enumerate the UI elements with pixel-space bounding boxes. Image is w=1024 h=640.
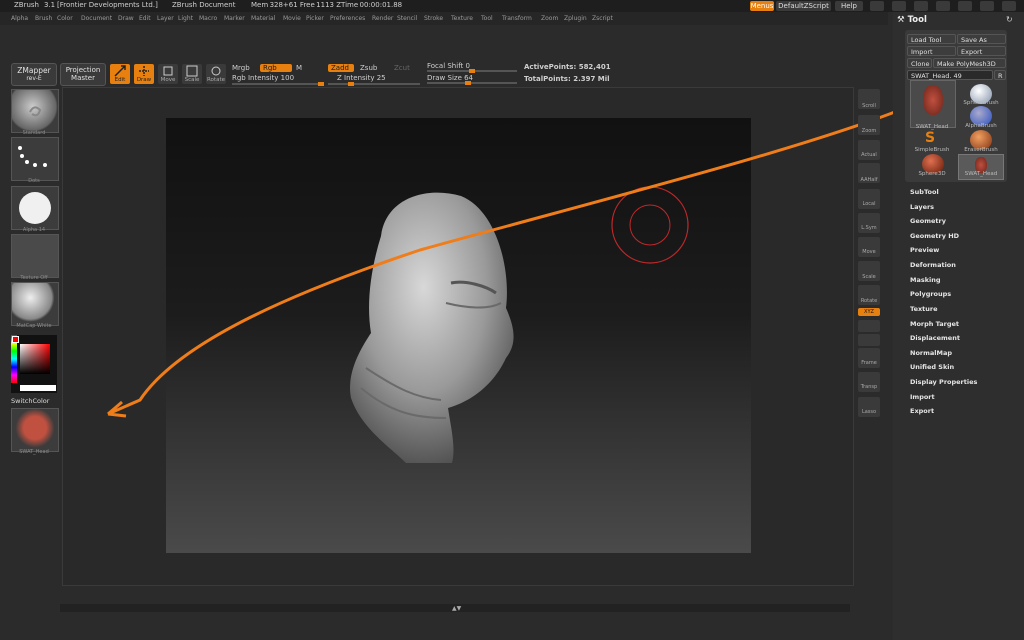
polygroups-section[interactable]: Polygroups xyxy=(910,290,951,298)
simple-brush-label: SimpleBrush xyxy=(914,147,950,153)
swat-head-tool-label: SWAT_Head xyxy=(964,171,998,177)
displacement-section[interactable]: Displacement xyxy=(910,334,960,342)
texture-section[interactable]: Texture xyxy=(910,305,938,313)
load-tool-button[interactable]: Load Tool xyxy=(907,34,956,44)
frame-label: Frame xyxy=(861,360,877,366)
sphere3d-label: Sphere3D xyxy=(918,171,946,177)
rotate-z-button[interactable] xyxy=(858,334,880,346)
xyz-button[interactable]: XYZ xyxy=(858,308,880,316)
eraser-brush-label: EraserBrush xyxy=(964,147,998,153)
transp-label: Transp xyxy=(860,384,878,390)
normalmap-section[interactable]: NormalMap xyxy=(910,349,952,357)
annotation-arrow-line xyxy=(107,106,906,416)
save-as-button[interactable]: Save As xyxy=(957,34,1006,44)
current-tool-slider[interactable]: SWAT_Head. 49 xyxy=(907,70,993,80)
lasso-label: Lasso xyxy=(861,409,877,415)
hammer-icon: ⚒ xyxy=(897,15,905,25)
geometry-hd-section[interactable]: Geometry HD xyxy=(910,232,959,240)
alpha-brush-label: AlphaBrush xyxy=(965,123,997,129)
scroll-label: Scroll xyxy=(862,103,876,109)
make-polymesh-button[interactable]: Make PolyMesh3D xyxy=(933,58,1006,68)
export-section[interactable]: Export xyxy=(910,407,934,415)
rotate-y-button[interactable] xyxy=(858,320,880,332)
expand-shelf-icon[interactable]: ▲▼ xyxy=(452,605,461,612)
r-button[interactable]: R xyxy=(994,70,1006,80)
masking-section[interactable]: Masking xyxy=(910,276,941,284)
lsym-label: L.Sym xyxy=(861,225,877,231)
unified-skin-section[interactable]: Unified Skin xyxy=(910,363,954,371)
scale-view-label: Scale xyxy=(862,274,876,280)
tool-palette-title: ⚒ Tool xyxy=(897,15,927,25)
brush-cursor-inner xyxy=(629,204,671,246)
clone-button[interactable]: Clone xyxy=(907,58,932,68)
preview-section[interactable]: Preview xyxy=(910,246,939,254)
export-button[interactable]: Export xyxy=(957,46,1006,56)
swat-head-icon xyxy=(923,85,943,115)
actual-label: Actual xyxy=(861,152,877,158)
morph-target-section[interactable]: Morph Target xyxy=(910,320,959,328)
move-view-label: Move xyxy=(862,249,876,255)
geometry-section[interactable]: Geometry xyxy=(910,217,946,225)
local-label: Local xyxy=(862,201,876,207)
refresh-icon[interactable]: ↻ xyxy=(1006,15,1013,24)
layers-section[interactable]: Layers xyxy=(910,203,934,211)
simple-brush-icon[interactable]: S xyxy=(925,130,935,146)
brush-cursor-outer xyxy=(611,186,689,264)
active-tool-thumb[interactable] xyxy=(910,80,956,128)
aahalf-label: AAHalf xyxy=(860,177,878,183)
zoom-label: Zoom xyxy=(861,128,877,134)
subtool-section[interactable]: SubTool xyxy=(910,188,939,196)
deformation-section[interactable]: Deformation xyxy=(910,261,956,269)
tool-title: Tool xyxy=(907,15,927,25)
display-properties-section[interactable]: Display Properties xyxy=(910,378,977,386)
import-section[interactable]: Import xyxy=(910,393,935,401)
rotate-view-label: Rotate xyxy=(860,298,878,304)
import-button[interactable]: Import xyxy=(907,46,956,56)
